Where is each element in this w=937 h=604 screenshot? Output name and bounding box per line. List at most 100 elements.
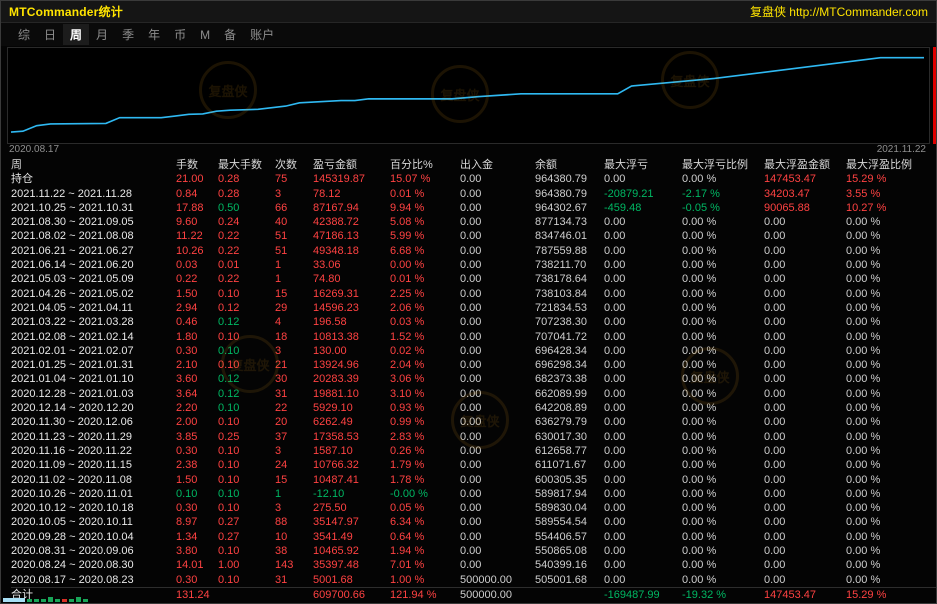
cell: 最大浮亏比例 bbox=[682, 158, 764, 172]
table-row[interactable]: 2021.01.25 ~ 2021.01.312.100.102113924.9… bbox=[11, 358, 936, 372]
cell: 0.00 bbox=[604, 573, 682, 587]
table-row[interactable]: 2021.11.22 ~ 2021.11.280.840.28378.120.0… bbox=[11, 187, 936, 201]
table-row[interactable]: 2020.11.23 ~ 2020.11.293.850.253717358.5… bbox=[11, 430, 936, 444]
cell: 2021.05.03 ~ 2021.05.09 bbox=[11, 272, 176, 286]
cell: 0.00 % bbox=[682, 487, 764, 501]
cell: 696428.34 bbox=[535, 344, 604, 358]
menu-tab-1[interactable]: 综 bbox=[11, 24, 37, 45]
table-row[interactable]: 2021.08.30 ~ 2021.09.059.600.244042388.7… bbox=[11, 215, 936, 229]
cell: 0.00 bbox=[604, 530, 682, 544]
menu-tab-7[interactable]: 币 bbox=[167, 24, 193, 45]
cell: 20283.39 bbox=[313, 372, 390, 386]
table-row[interactable]: 2020.09.28 ~ 2020.10.041.340.27103541.49… bbox=[11, 530, 936, 544]
cell: 0.00 bbox=[764, 573, 846, 587]
table-row[interactable]: 2021.06.21 ~ 2021.06.2710.260.225149348.… bbox=[11, 244, 936, 258]
brand-link[interactable]: 复盘侠 http://MTCommander.com bbox=[750, 3, 928, 20]
cell: 3.10 % bbox=[390, 387, 460, 401]
cell: 1 bbox=[275, 258, 313, 272]
menu-tab-8[interactable]: M bbox=[193, 26, 217, 44]
cell: 589817.94 bbox=[535, 487, 604, 501]
cell: 0.05 % bbox=[390, 501, 460, 515]
table-row[interactable]: 2021.08.02 ~ 2021.08.0811.220.225147186.… bbox=[11, 229, 936, 243]
cell: 0.10 bbox=[218, 358, 275, 372]
cell: 589554.54 bbox=[535, 515, 604, 529]
table-row[interactable]: 2021.06.14 ~ 2021.06.200.030.01133.060.0… bbox=[11, 258, 936, 272]
equity-chart[interactable] bbox=[7, 47, 930, 144]
menu-tab-4[interactable]: 月 bbox=[89, 24, 115, 45]
table-row[interactable]: 2021.01.04 ~ 2021.01.103.600.123020283.3… bbox=[11, 372, 936, 386]
cell: 0.00 bbox=[460, 172, 535, 186]
cell: 589830.04 bbox=[535, 501, 604, 515]
cell: 0.10 bbox=[218, 444, 275, 458]
table-row[interactable]: 2021.02.08 ~ 2021.02.141.800.101810813.3… bbox=[11, 330, 936, 344]
table-row[interactable]: 2020.12.28 ~ 2021.01.033.640.123119881.1… bbox=[11, 387, 936, 401]
cell: 0.00 % bbox=[846, 258, 936, 272]
cell: -169487.99 bbox=[604, 588, 682, 604]
cell: 0.00 % bbox=[846, 515, 936, 529]
menu-tab-10[interactable]: 账户 bbox=[243, 24, 281, 45]
menu-tab-6[interactable]: 年 bbox=[141, 24, 167, 45]
cell: 2020.11.30 ~ 2020.12.06 bbox=[11, 415, 176, 429]
cell: 35147.97 bbox=[313, 515, 390, 529]
table-row[interactable]: 2021.02.01 ~ 2021.02.070.300.103130.000.… bbox=[11, 344, 936, 358]
cell: 0.00 bbox=[460, 487, 535, 501]
cell: 0.00 bbox=[460, 473, 535, 487]
menu-tab-5[interactable]: 季 bbox=[115, 24, 141, 45]
cell: 1.78 % bbox=[390, 473, 460, 487]
cell: 10.26 bbox=[176, 244, 218, 258]
table-row[interactable]: 2021.05.03 ~ 2021.05.090.220.22174.800.0… bbox=[11, 272, 936, 286]
cell: 130.00 bbox=[313, 344, 390, 358]
cell: 3.60 bbox=[176, 372, 218, 386]
cell: 0.00 bbox=[604, 287, 682, 301]
table-row[interactable]: 2020.11.09 ~ 2020.11.152.380.102410766.3… bbox=[11, 458, 936, 472]
menu-tab-2[interactable]: 日 bbox=[37, 24, 63, 45]
table-row[interactable]: 2020.12.14 ~ 2020.12.202.200.10225929.10… bbox=[11, 401, 936, 415]
cell: 31 bbox=[275, 573, 313, 587]
cell bbox=[218, 588, 275, 604]
cell: 0.10 bbox=[218, 544, 275, 558]
cell: 2020.10.05 ~ 2020.10.11 bbox=[11, 515, 176, 529]
cell: 0.27 bbox=[218, 530, 275, 544]
cell: 19881.10 bbox=[313, 387, 390, 401]
cell: 0.00 bbox=[460, 530, 535, 544]
table-row[interactable]: 2021.04.26 ~ 2021.05.021.500.101516269.3… bbox=[11, 287, 936, 301]
cell: 0.00 % bbox=[682, 458, 764, 472]
table-row[interactable]: 2020.11.16 ~ 2020.11.220.300.1031587.100… bbox=[11, 444, 936, 458]
table-row[interactable]: 2020.11.02 ~ 2020.11.081.500.101510487.4… bbox=[11, 473, 936, 487]
cell: 0.00 bbox=[460, 272, 535, 286]
table-row[interactable]: 2021.04.05 ~ 2021.04.112.940.122914596.2… bbox=[11, 301, 936, 315]
cell: 0.00 bbox=[460, 430, 535, 444]
cell: 0.00 % bbox=[682, 473, 764, 487]
cell: 2.00 bbox=[176, 415, 218, 429]
table-row[interactable]: 2020.08.31 ~ 2020.09.063.800.103810465.9… bbox=[11, 544, 936, 558]
table-row[interactable]: 2020.08.17 ~ 2020.08.230.300.10315001.68… bbox=[11, 573, 936, 587]
cell: 0.00 % bbox=[682, 501, 764, 515]
cell: 131.24 bbox=[176, 588, 218, 604]
cell: 0.00 % bbox=[682, 272, 764, 286]
table-row[interactable]: 持仓21.000.2875145319.8715.07 %0.00964380.… bbox=[11, 172, 936, 186]
cell: 5001.68 bbox=[313, 573, 390, 587]
cell: 1.52 % bbox=[390, 330, 460, 344]
cell: 0.00 % bbox=[682, 515, 764, 529]
cell: 0.00 % bbox=[682, 301, 764, 315]
cell: 0.00 bbox=[764, 358, 846, 372]
cell: 0.00 % bbox=[682, 530, 764, 544]
cell: 964380.79 bbox=[535, 187, 604, 201]
menu-tab-3[interactable]: 周 bbox=[63, 24, 89, 45]
table-row[interactable]: 2020.10.05 ~ 2020.10.118.970.278835147.9… bbox=[11, 515, 936, 529]
table-row[interactable]: 2021.03.22 ~ 2021.03.280.460.124196.580.… bbox=[11, 315, 936, 329]
table-row[interactable]: 2020.10.12 ~ 2020.10.180.300.103275.500.… bbox=[11, 501, 936, 515]
table-row[interactable]: 2020.10.26 ~ 2020.11.010.100.101-12.10-0… bbox=[11, 487, 936, 501]
cell: 0.00 % bbox=[846, 415, 936, 429]
table-row[interactable]: 2021.10.25 ~ 2021.10.3117.880.506687167.… bbox=[11, 201, 936, 215]
total-row: 合计131.24609700.66121.94 %500000.00-16948… bbox=[11, 587, 936, 604]
cell: 10 bbox=[275, 530, 313, 544]
cell: 2.04 % bbox=[390, 358, 460, 372]
cell: 0.00 % bbox=[846, 272, 936, 286]
table-row[interactable]: 2020.08.24 ~ 2020.08.3014.011.0014335397… bbox=[11, 558, 936, 572]
cell: -20879.21 bbox=[604, 187, 682, 201]
cell: 2020.11.02 ~ 2020.11.08 bbox=[11, 473, 176, 487]
menu-tab-9[interactable]: 备 bbox=[217, 24, 243, 45]
cell: 2021.10.25 ~ 2021.10.31 bbox=[11, 201, 176, 215]
table-row[interactable]: 2020.11.30 ~ 2020.12.062.000.10206262.49… bbox=[11, 415, 936, 429]
